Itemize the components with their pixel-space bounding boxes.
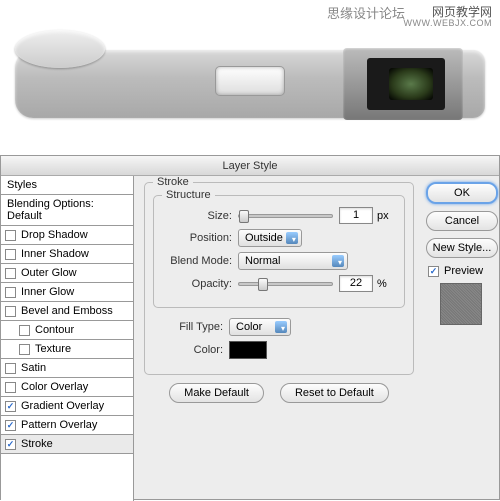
checkbox-inner-shadow[interactable] xyxy=(5,249,16,260)
filltype-select[interactable]: Color xyxy=(229,318,291,336)
position-row: Position: Outside xyxy=(162,229,396,247)
opacity-unit: % xyxy=(377,278,387,290)
size-input[interactable]: 1 xyxy=(339,207,373,224)
opacity-input[interactable]: 22 xyxy=(339,275,373,292)
sidebar-item-label: Inner Shadow xyxy=(21,248,89,260)
position-label: Position: xyxy=(162,232,232,244)
make-default-button[interactable]: Make Default xyxy=(169,383,264,403)
checkbox-stroke[interactable]: ✓ xyxy=(5,439,16,450)
checkbox-inner-glow[interactable] xyxy=(5,287,16,298)
preview-row[interactable]: ✓ Preview xyxy=(428,265,493,277)
size-label: Size: xyxy=(162,210,232,222)
filltype-row: Fill Type: Color xyxy=(153,318,405,336)
sidebar-item-label: Gradient Overlay xyxy=(21,400,104,412)
preview-checkbox[interactable]: ✓ xyxy=(428,266,439,277)
sidebar-item-label: Outer Glow xyxy=(21,267,77,279)
sidebar-item-inner-glow[interactable]: Inner Glow xyxy=(1,283,133,302)
new-style-button[interactable]: New Style... xyxy=(426,238,498,258)
sidebar-item-label: Drop Shadow xyxy=(21,229,88,241)
sidebar-item-label: Satin xyxy=(21,362,46,374)
blendmode-select[interactable]: Normal xyxy=(238,252,348,270)
color-row: Color: xyxy=(153,341,405,359)
checkbox-contour[interactable] xyxy=(19,325,30,336)
sidebar-item-inner-shadow[interactable]: Inner Shadow xyxy=(1,245,133,264)
panel-buttons: Make Default Reset to Default xyxy=(144,383,414,403)
checkbox-satin[interactable] xyxy=(5,363,16,374)
checkbox-drop-shadow[interactable] xyxy=(5,230,16,241)
sidebar-item-label: Bevel and Emboss xyxy=(21,305,113,317)
blendmode-row: Blend Mode: Normal xyxy=(162,252,396,270)
sidebar-item-label: Color Overlay xyxy=(21,381,88,393)
sidebar-item-pattern-overlay[interactable]: ✓ Pattern Overlay xyxy=(1,416,133,435)
sidebar-item-outer-glow[interactable]: Outer Glow xyxy=(1,264,133,283)
preview-label: Preview xyxy=(444,265,483,277)
layer-style-dialog: Layer Style Styles Blending Options: Def… xyxy=(0,155,500,500)
sidebar-item-gradient-overlay[interactable]: ✓ Gradient Overlay xyxy=(1,397,133,416)
sidebar-item-color-overlay[interactable]: Color Overlay xyxy=(1,378,133,397)
sidebar-item-contour[interactable]: Contour xyxy=(1,321,133,340)
preview-swatch xyxy=(440,283,482,325)
stroke-fieldset: Stroke Structure Size: 1 px Position: Ou… xyxy=(144,182,414,375)
opacity-row: Opacity: 22 % xyxy=(162,275,396,292)
sidebar-item-label: Contour xyxy=(35,324,74,336)
sidebar-item-stroke[interactable]: ✓ Stroke xyxy=(1,435,133,454)
sidebar-item-texture[interactable]: Texture xyxy=(1,340,133,359)
camera-flash xyxy=(215,66,285,96)
ok-button[interactable]: OK xyxy=(426,182,498,204)
size-slider-thumb[interactable] xyxy=(239,210,249,223)
reset-default-button[interactable]: Reset to Default xyxy=(280,383,389,403)
sidebar-item-label: Pattern Overlay xyxy=(21,419,97,431)
checkbox-pattern-overlay[interactable]: ✓ xyxy=(5,420,16,431)
color-label: Color: xyxy=(153,344,223,356)
size-row: Size: 1 px xyxy=(162,207,396,224)
position-select[interactable]: Outside xyxy=(238,229,302,247)
dialog-title: Layer Style xyxy=(1,156,499,176)
opacity-slider[interactable] xyxy=(238,282,333,286)
sidebar-item-label: Texture xyxy=(35,343,71,355)
cancel-button[interactable]: Cancel xyxy=(426,211,498,231)
size-unit: px xyxy=(377,210,389,222)
filltype-label: Fill Type: xyxy=(153,321,223,333)
sidebar-item-label: Inner Glow xyxy=(21,286,74,298)
top-image-area: 思缘设计论坛 网页教学网 WWW.WEBJX.COM xyxy=(0,0,500,140)
blendmode-label: Blend Mode: xyxy=(162,255,232,267)
camera-dial xyxy=(15,30,105,68)
styles-sidebar: Styles Blending Options: Default Drop Sh… xyxy=(1,176,134,501)
sidebar-header[interactable]: Styles xyxy=(1,176,133,195)
sidebar-item-drop-shadow[interactable]: Drop Shadow xyxy=(1,226,133,245)
structure-legend: Structure xyxy=(162,189,215,201)
watermark-url-host: WWW.WEBJX.COM xyxy=(404,18,493,28)
checkbox-texture[interactable] xyxy=(19,344,30,355)
stroke-legend: Stroke xyxy=(153,176,193,188)
checkbox-bevel-and-emboss[interactable] xyxy=(5,306,16,317)
checkbox-outer-glow[interactable] xyxy=(5,268,16,279)
opacity-label: Opacity: xyxy=(162,278,232,290)
blending-options-row[interactable]: Blending Options: Default xyxy=(1,195,133,226)
checkbox-gradient-overlay[interactable]: ✓ xyxy=(5,401,16,412)
viewfinder-lens xyxy=(389,68,433,100)
stroke-panel: Stroke Structure Size: 1 px Position: Ou… xyxy=(134,176,424,501)
sidebar-item-label: Stroke xyxy=(21,438,53,450)
checkbox-color-overlay[interactable] xyxy=(5,382,16,393)
right-column: OK Cancel New Style... ✓ Preview xyxy=(422,176,499,501)
size-slider[interactable] xyxy=(238,214,333,218)
opacity-slider-thumb[interactable] xyxy=(258,278,268,291)
sidebar-item-satin[interactable]: Satin xyxy=(1,359,133,378)
structure-fieldset: Structure Size: 1 px Position: Outside B… xyxy=(153,195,405,308)
sidebar-item-bevel-and-emboss[interactable]: Bevel and Emboss xyxy=(1,302,133,321)
camera-illustration xyxy=(15,30,485,118)
color-swatch[interactable] xyxy=(229,341,267,359)
watermark-cn-text: 思缘设计论坛 xyxy=(327,3,405,22)
